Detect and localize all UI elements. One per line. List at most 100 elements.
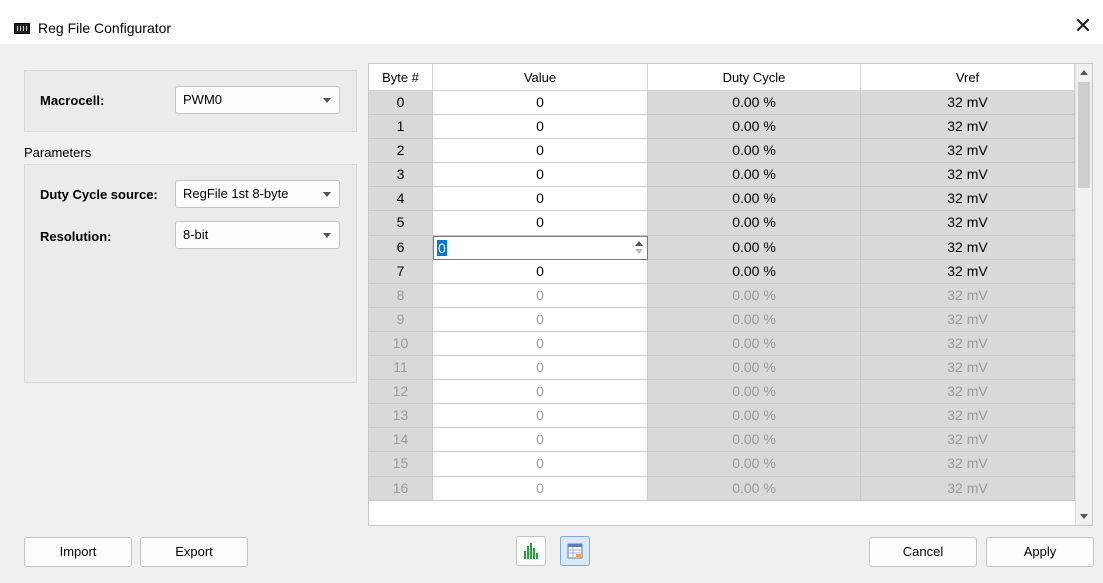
- window-title: Reg File Configurator: [38, 20, 172, 36]
- table-row[interactable]: 7 0 0.00 % 32 mV: [369, 259, 1075, 284]
- chart-view-button[interactable]: [516, 536, 546, 566]
- vref-cell: 32 mV: [861, 356, 1075, 381]
- bar-chart-icon: [524, 543, 538, 559]
- spinner-arrows-icon[interactable]: [635, 240, 643, 255]
- app-chip-icon: [14, 23, 30, 34]
- value-cell[interactable]: 0: [433, 115, 648, 140]
- scroll-thumb[interactable]: [1078, 82, 1090, 188]
- macrocell-select[interactable]: PWM0: [175, 86, 340, 114]
- duty-cycle-cell: 0.00 %: [648, 187, 861, 212]
- col-duty-header[interactable]: Duty Cycle: [648, 64, 861, 90]
- col-byte-header[interactable]: Byte #: [369, 64, 433, 90]
- duty-source-label: Duty Cycle source:: [40, 187, 158, 202]
- value-editor-input[interactable]: 0: [433, 235, 648, 260]
- duty-source-select[interactable]: RegFile 1st 8-byte: [175, 180, 340, 208]
- table-row[interactable]: 5 0 0.00 % 32 mV: [369, 211, 1075, 236]
- table-body: 0 0 0.00 % 32 mV 1 0 0.00 % 32 mV 2 0 0.00 % 32 mV 3…: [369, 91, 1075, 501]
- vref-cell: 32 mV: [861, 235, 1075, 260]
- duty-cycle-cell: 0.00 %: [648, 235, 861, 260]
- byte-cell: 13: [369, 404, 433, 429]
- vref-cell: 32 mV: [861, 139, 1075, 164]
- table-view-button[interactable]: [560, 536, 590, 566]
- chevron-down-icon: [323, 192, 331, 197]
- value-cell[interactable]: 0: [433, 91, 648, 116]
- value-cell[interactable]: 0: [433, 452, 648, 477]
- duty-cycle-cell: 0.00 %: [648, 211, 861, 236]
- table-row[interactable]: 9 0 0.00 % 32 mV: [369, 307, 1075, 332]
- duty-cycle-cell: 0.00 %: [648, 115, 861, 140]
- table-row[interactable]: 15 0 0.00 % 32 mV: [369, 452, 1075, 477]
- table-row[interactable]: 6 0 0.00 % 32 mV: [369, 235, 1075, 260]
- register-table: Byte # Value Duty Cycle Vref 0 0 0.00 % 32 …: [368, 63, 1093, 526]
- table-row[interactable]: 0 0 0.00 % 32 mV: [369, 91, 1075, 116]
- table-row[interactable]: 3 0 0.00 % 32 mV: [369, 163, 1075, 188]
- value-cell[interactable]: 0: [433, 476, 648, 501]
- duty-cycle-cell: 0.00 %: [648, 91, 861, 116]
- table-row[interactable]: 11 0 0.00 % 32 mV: [369, 356, 1075, 381]
- value-cell[interactable]: 0: [433, 356, 648, 381]
- byte-cell: 16: [369, 476, 433, 501]
- table-row[interactable]: 10 0 0.00 % 32 mV: [369, 331, 1075, 357]
- byte-cell: 10: [369, 331, 433, 357]
- value-cell[interactable]: 0: [433, 307, 648, 332]
- col-vref-header[interactable]: Vref: [861, 64, 1075, 90]
- value-cell[interactable]: 0: [433, 187, 648, 212]
- col-value-header[interactable]: Value: [433, 64, 648, 90]
- vref-cell: 32 mV: [861, 91, 1075, 116]
- macrocell-label: Macrocell:: [40, 93, 105, 108]
- vref-cell: 32 mV: [861, 115, 1075, 140]
- byte-cell: 8: [369, 283, 433, 308]
- value-cell[interactable]: 0: [433, 259, 648, 284]
- cancel-button[interactable]: Cancel: [869, 537, 977, 567]
- table-row[interactable]: 8 0 0.00 % 32 mV: [369, 283, 1075, 308]
- value-cell[interactable]: 0: [433, 139, 648, 164]
- value-cell[interactable]: 0: [433, 331, 648, 357]
- table-header: Byte # Value Duty Cycle Vref: [369, 64, 1075, 91]
- duty-cycle-cell: 0.00 %: [648, 404, 861, 429]
- macrocell-group: Macrocell: PWM0: [24, 70, 357, 132]
- table-row[interactable]: 14 0 0.00 % 32 mV: [369, 428, 1075, 453]
- value-cell[interactable]: 0: [433, 404, 648, 429]
- table-row[interactable]: 12 0 0.00 % 32 mV: [369, 380, 1075, 405]
- value-cell[interactable]: 0: [433, 428, 648, 453]
- byte-cell: 11: [369, 356, 433, 381]
- value-editor-text: 0: [437, 239, 447, 256]
- byte-cell: 7: [369, 259, 433, 284]
- resolution-label: Resolution:: [40, 229, 112, 244]
- macrocell-value: PWM0: [183, 92, 222, 107]
- parameters-label: Parameters: [24, 145, 92, 160]
- duty-cycle-cell: 0.00 %: [648, 331, 861, 357]
- title-bar: Reg File Configurator ✕: [0, 0, 1103, 44]
- scroll-up-icon[interactable]: [1080, 70, 1088, 75]
- value-cell[interactable]: 0: [433, 211, 648, 236]
- vref-cell: 32 mV: [861, 404, 1075, 429]
- import-button[interactable]: Import: [24, 537, 132, 567]
- duty-cycle-cell: 0.00 %: [648, 163, 861, 188]
- table-row[interactable]: 1 0 0.00 % 32 mV: [369, 115, 1075, 140]
- byte-cell: 12: [369, 380, 433, 405]
- duty-cycle-cell: 0.00 %: [648, 356, 861, 381]
- byte-cell: 5: [369, 211, 433, 236]
- close-icon[interactable]: ✕: [1071, 14, 1095, 38]
- table-row[interactable]: 2 0 0.00 % 32 mV: [369, 139, 1075, 164]
- byte-cell: 3: [369, 163, 433, 188]
- vertical-scrollbar[interactable]: [1075, 64, 1092, 525]
- resolution-select[interactable]: 8-bit: [175, 221, 340, 249]
- table-row[interactable]: 13 0 0.00 % 32 mV: [369, 404, 1075, 429]
- scroll-down-icon[interactable]: [1080, 514, 1088, 519]
- vref-cell: 32 mV: [861, 452, 1075, 477]
- value-cell[interactable]: 0: [433, 283, 648, 308]
- vref-cell: 32 mV: [861, 283, 1075, 308]
- value-cell[interactable]: 0: [433, 380, 648, 405]
- duty-cycle-cell: 0.00 %: [648, 259, 861, 284]
- table-row[interactable]: 16 0 0.00 % 32 mV: [369, 476, 1075, 501]
- vref-cell: 32 mV: [861, 476, 1075, 501]
- apply-button[interactable]: Apply: [986, 537, 1094, 567]
- resolution-value: 8-bit: [183, 227, 209, 242]
- export-button[interactable]: Export: [140, 537, 248, 567]
- table-row[interactable]: 4 0 0.00 % 32 mV: [369, 187, 1075, 212]
- byte-cell: 15: [369, 452, 433, 477]
- parameters-group: Duty Cycle source: RegFile 1st 8-byte Re…: [24, 164, 357, 383]
- vref-cell: 32 mV: [861, 331, 1075, 357]
- value-cell[interactable]: 0: [433, 163, 648, 188]
